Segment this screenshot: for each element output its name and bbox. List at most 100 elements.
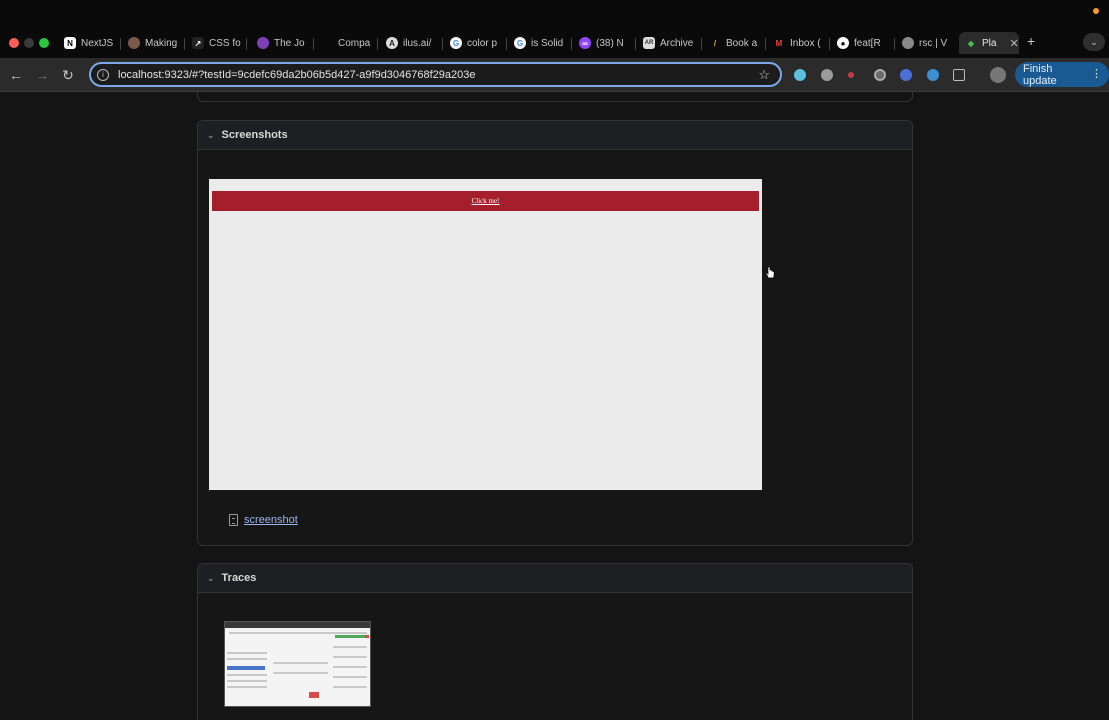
tab-label: (38) N: [596, 37, 624, 49]
more-menu-icon[interactable]: ⋮: [1091, 67, 1102, 80]
profile-avatar[interactable]: [990, 67, 1006, 83]
tab-separator: [701, 38, 702, 50]
screenshot-image[interactable]: Click me!: [209, 179, 762, 490]
trace-thumbnail-line: [333, 656, 367, 658]
tab-label: NextJS: [81, 37, 114, 49]
tab-compa[interactable]: Compa: [315, 32, 373, 54]
tab-playwright-active[interactable]: ◆ Pla ✕: [959, 32, 1019, 54]
finish-update-label: Finish update: [1023, 62, 1057, 87]
finish-update-button[interactable]: Finish update ⋮: [1015, 62, 1109, 87]
extension-square-icon[interactable]: [900, 69, 912, 81]
traces-section-title: Traces: [221, 572, 257, 584]
tab-label: ilus.ai/: [403, 37, 432, 49]
address-bar[interactable]: i localhost:9323/#?testId=9cdefc69da2b06…: [89, 62, 782, 87]
trace-thumbnail[interactable]: [224, 621, 371, 707]
tab-separator: [571, 38, 572, 50]
tab-label: Pla: [982, 37, 997, 49]
tab-separator: [635, 38, 636, 50]
tab-separator: [765, 38, 766, 50]
reload-button[interactable]: ↻: [59, 66, 77, 84]
tab-color-p[interactable]: G color p: [444, 32, 502, 54]
close-tab-icon[interactable]: ✕: [1009, 37, 1018, 50]
tab-nextjs[interactable]: N NextJS: [58, 32, 116, 54]
tab-is-solid[interactable]: G is Solid: [508, 32, 568, 54]
tab-label: Inbox (: [790, 37, 821, 49]
trace-thumbnail-line: [227, 674, 267, 676]
new-tab-button[interactable]: +: [1027, 33, 1035, 49]
tab-separator: [313, 38, 314, 50]
traces-section-header[interactable]: ⌄ Traces: [198, 564, 912, 593]
trace-thumbnail-line: [227, 658, 267, 660]
tab-ilus[interactable]: A ilus.ai/: [380, 32, 438, 54]
arrow-icon: ↗: [192, 37, 204, 49]
google-icon: G: [514, 37, 526, 49]
tab-inbox[interactable]: M Inbox (: [767, 32, 825, 54]
trace-thumbnail-line: [333, 676, 367, 678]
twitch-icon: ∞: [579, 37, 591, 49]
extension-heart-icon[interactable]: [848, 72, 854, 78]
file-icon: [229, 514, 238, 526]
tab-label: Compa: [338, 37, 371, 49]
trace-thumbnail-selection: [227, 666, 265, 670]
chevron-down-icon: ⌄: [207, 129, 215, 140]
close-window-button[interactable]: [9, 38, 19, 48]
tab-separator: [377, 38, 378, 50]
tab-the-jo[interactable]: The Jo: [251, 32, 309, 54]
tab-css[interactable]: ↗ CSS fo: [186, 32, 242, 54]
screenshots-section-title: Screenshots: [221, 129, 288, 141]
tab-38-n[interactable]: ∞ (38) N: [573, 32, 631, 54]
playwright-icon: ◆: [967, 38, 975, 48]
screenshot-attachment[interactable]: screenshot: [229, 514, 298, 526]
tab-label: Archive: [660, 37, 694, 49]
extensions-puzzle-icon[interactable]: [953, 69, 965, 81]
trace-thumbnail-line: [273, 672, 328, 674]
back-button[interactable]: ←: [7, 66, 25, 84]
trace-thumbnail-titlebar: [225, 622, 370, 628]
tab-label: rsc | V: [919, 37, 948, 49]
extension-record-icon[interactable]: [874, 69, 886, 81]
chevron-down-icon: ⌄: [207, 572, 215, 583]
notification-dot: [1093, 8, 1099, 14]
extension-globe-icon[interactable]: [927, 69, 939, 81]
notion-icon: N: [64, 37, 76, 49]
trace-thumbnail-line: [227, 686, 267, 688]
tab-separator: [829, 38, 830, 50]
bookmark-star-icon[interactable]: ☆: [758, 67, 770, 83]
address-bar-url[interactable]: localhost:9323/#?testId=9cdefc69da2b06b5…: [118, 69, 476, 81]
tab-label: color p: [467, 37, 498, 49]
tab-book-a[interactable]: / Book a: [703, 32, 761, 54]
previous-section-edge: [197, 92, 913, 102]
tab-separator: [184, 38, 185, 50]
forward-button[interactable]: →: [33, 66, 51, 84]
trace-thumbnail-bar: [335, 635, 365, 638]
site-info-icon[interactable]: i: [97, 68, 109, 81]
gmail-icon: M: [775, 38, 783, 48]
react-devtools-icon[interactable]: [794, 69, 806, 81]
tab-making[interactable]: Making: [122, 32, 180, 54]
maximize-window-button[interactable]: [39, 38, 49, 48]
screenshots-section-header[interactable]: ⌄ Screenshots: [198, 121, 912, 150]
tab-archive[interactable]: AR Archive: [637, 32, 699, 54]
screenshot-link[interactable]: screenshot: [244, 514, 298, 526]
traces-section: ⌄ Traces: [197, 563, 913, 720]
trace-thumbnail-line: [229, 632, 367, 634]
trace-thumbnail-line: [333, 646, 367, 648]
extension-circle-icon[interactable]: [821, 69, 833, 81]
tab-feat[interactable]: ● feat[R: [831, 32, 891, 54]
ilus-icon: A: [386, 37, 398, 49]
pen-icon: /: [713, 38, 717, 48]
tab-label: feat[R: [854, 37, 881, 49]
trace-thumbnail-line: [273, 662, 328, 664]
tab-label: Making: [145, 37, 178, 49]
tab-rsc[interactable]: rsc | V: [896, 32, 954, 54]
hand-cursor-icon: [765, 266, 775, 279]
window-title-bar: [0, 0, 1109, 28]
trace-thumbnail-line: [227, 680, 267, 682]
avatar-icon: [128, 37, 140, 49]
minimize-window-button[interactable]: [24, 38, 34, 48]
google-icon: G: [450, 37, 462, 49]
report-page: ⌄ Screenshots Click me! screenshot ⌄ Tra…: [0, 92, 1109, 720]
tab-search-button[interactable]: ⌄: [1083, 33, 1105, 51]
tab-separator: [506, 38, 507, 50]
tab-separator: [894, 38, 895, 50]
